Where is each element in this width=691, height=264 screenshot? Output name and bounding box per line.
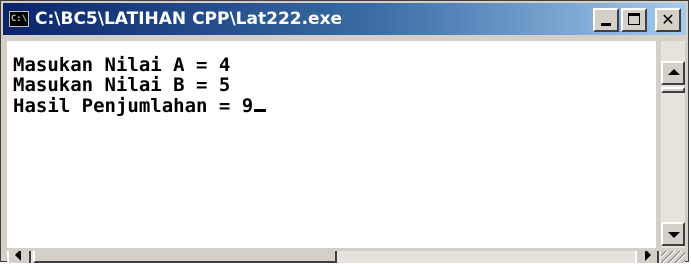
close-button[interactable]: ✕ xyxy=(655,8,681,32)
console-line-text: Hasil Penjumlahan = 9 xyxy=(13,95,254,117)
console-line: Masukan Nilai A = 4 xyxy=(13,54,231,76)
minimize-icon xyxy=(601,23,611,26)
resize-grip-icon[interactable] xyxy=(661,251,685,263)
arrow-right-icon xyxy=(645,251,651,261)
console-line: Masukan Nilai B = 5 xyxy=(13,74,231,96)
arrow-down-icon xyxy=(668,232,680,238)
scroll-down-button[interactable] xyxy=(661,222,685,246)
window-title: C:\BC5\LATIHAN CPP\Lat222.exe xyxy=(35,9,343,29)
minimize-button[interactable] xyxy=(593,8,619,32)
horizontal-scroll-thumb[interactable] xyxy=(33,251,337,263)
vertical-scrollbar[interactable] xyxy=(661,41,685,248)
horizontal-scrollbar[interactable] xyxy=(7,251,661,263)
scroll-left-button[interactable] xyxy=(7,251,31,263)
maximize-button[interactable] xyxy=(621,8,647,32)
maximize-icon xyxy=(628,13,640,25)
vertical-scroll-thumb[interactable] xyxy=(661,87,685,93)
scroll-up-button[interactable] xyxy=(661,61,685,85)
console-output[interactable]: Masukan Nilai A = 4 Masukan Nilai B = 5 … xyxy=(7,41,656,248)
close-icon: ✕ xyxy=(661,10,675,29)
console-icon[interactable]: C:\ xyxy=(9,11,29,27)
arrow-up-icon xyxy=(668,69,680,75)
arrow-left-icon xyxy=(15,251,21,261)
console-line-with-cursor: Hasil Penjumlahan = 9 xyxy=(13,95,267,117)
title-bar[interactable]: C:\ C:\BC5\LATIHAN CPP\Lat222.exe ✕ xyxy=(3,3,686,35)
scroll-right-button[interactable] xyxy=(635,251,659,263)
console-window: C:\ C:\BC5\LATIHAN CPP\Lat222.exe ✕ Masu… xyxy=(0,0,689,263)
text-cursor xyxy=(254,109,267,112)
